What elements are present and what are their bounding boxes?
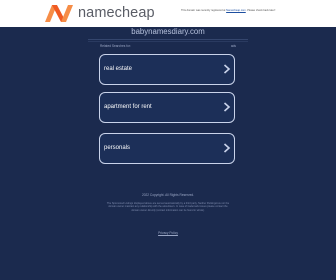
related-search-label: apartment for rent: [104, 104, 152, 110]
namecheap-link[interactable]: Namecheap.com: [226, 9, 246, 12]
chevron-right-icon: [223, 143, 231, 153]
related-searches-header: Related Searches for: ads: [100, 44, 236, 48]
divider: [88, 39, 248, 40]
related-searches-label: Related Searches for:: [100, 44, 131, 48]
chevron-right-icon: [223, 102, 231, 112]
related-search-personals[interactable]: personals: [99, 133, 235, 164]
ads-label: ads: [230, 44, 236, 48]
notice-text-after: . Please check back later!: [245, 9, 276, 12]
divider: [88, 41, 248, 42]
related-search-apartment-for-rent[interactable]: apartment for rent: [99, 92, 235, 123]
related-search-label: real estate: [104, 66, 133, 72]
top-bar: namecheap This domain was recently regis…: [0, 0, 336, 27]
domain-title: babynamesdiary.com: [131, 27, 205, 36]
registration-notice: This domain was recently registered at N…: [181, 9, 331, 12]
notice-text-before: This domain was recently registered at: [181, 9, 226, 12]
related-search-real-estate[interactable]: real estate: [99, 54, 235, 85]
namecheap-logo-icon[interactable]: [44, 4, 74, 23]
privacy-policy-link[interactable]: Privacy Policy: [0, 231, 336, 235]
chevron-right-icon: [223, 64, 231, 74]
related-search-label: personals: [104, 145, 131, 151]
brand-name[interactable]: namecheap: [78, 4, 155, 22]
disclaimer-text: The Sponsored Listings displayed above a…: [106, 202, 230, 212]
copyright-text: 2022 Copyright. All Rights Reserved.: [141, 193, 195, 197]
